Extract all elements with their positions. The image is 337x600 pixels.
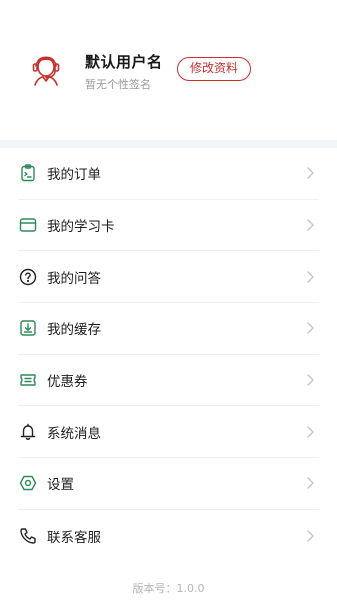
menu-item-customer-service[interactable]: 联系客服 (18, 510, 319, 562)
question-icon (18, 267, 38, 287)
customer-service-avatar-icon[interactable] (24, 46, 68, 90)
chevron-right-icon (307, 167, 314, 180)
menu-item-study-card[interactable]: 我的学习卡 (18, 200, 319, 252)
download-icon (18, 318, 38, 338)
bell-icon (18, 422, 38, 442)
menu-item-orders[interactable]: 我的订单 (18, 148, 319, 200)
chevron-right-icon (307, 271, 314, 283)
chevron-right-icon (307, 322, 314, 335)
menu-item-qa[interactable]: 我的问答 (18, 251, 319, 304)
version-text: 版本号：1.0.0 (132, 582, 205, 595)
menu-item-label: 我的学习卡 (47, 219, 115, 236)
signature: 暂无个性签名 (85, 78, 151, 91)
menu-item-messages[interactable]: 系统消息 (18, 406, 319, 459)
chevron-right-icon (307, 374, 314, 386)
menu-item-cache[interactable]: 我的缓存 (18, 303, 319, 355)
profile-header: 默认用户名 暂无个性签名 修改资料 (0, 0, 337, 140)
menu-item-settings[interactable]: 设置 (18, 458, 319, 510)
menu-item-label: 优惠券 (47, 374, 88, 391)
username: 默认用户名 (85, 53, 163, 71)
section-divider (0, 140, 337, 148)
card-icon (18, 215, 38, 235)
menu-item-coupon[interactable]: 优惠券 (18, 355, 319, 407)
chevron-right-icon (307, 529, 314, 542)
coupon-icon (18, 370, 38, 390)
settings-hex-icon (18, 473, 38, 493)
edit-profile-button[interactable]: 修改资料 (177, 57, 251, 81)
chevron-right-icon (307, 219, 314, 231)
menu-item-label: 联系客服 (47, 529, 101, 546)
menu-list: 我的订单 我的学习卡 我的问答 我的缓存 优惠券 系统消息 设置 联系客服 (0, 148, 337, 562)
chevron-right-icon (307, 426, 314, 438)
menu-item-label: 我的缓存 (47, 322, 101, 339)
menu-item-label: 我的问答 (47, 270, 101, 287)
phone-icon (18, 526, 38, 546)
menu-item-label: 设置 (47, 477, 74, 494)
menu-item-label: 系统消息 (47, 425, 101, 442)
chevron-right-icon (307, 477, 314, 490)
menu-item-label: 我的订单 (47, 167, 101, 184)
order-clipboard-icon (18, 163, 38, 183)
